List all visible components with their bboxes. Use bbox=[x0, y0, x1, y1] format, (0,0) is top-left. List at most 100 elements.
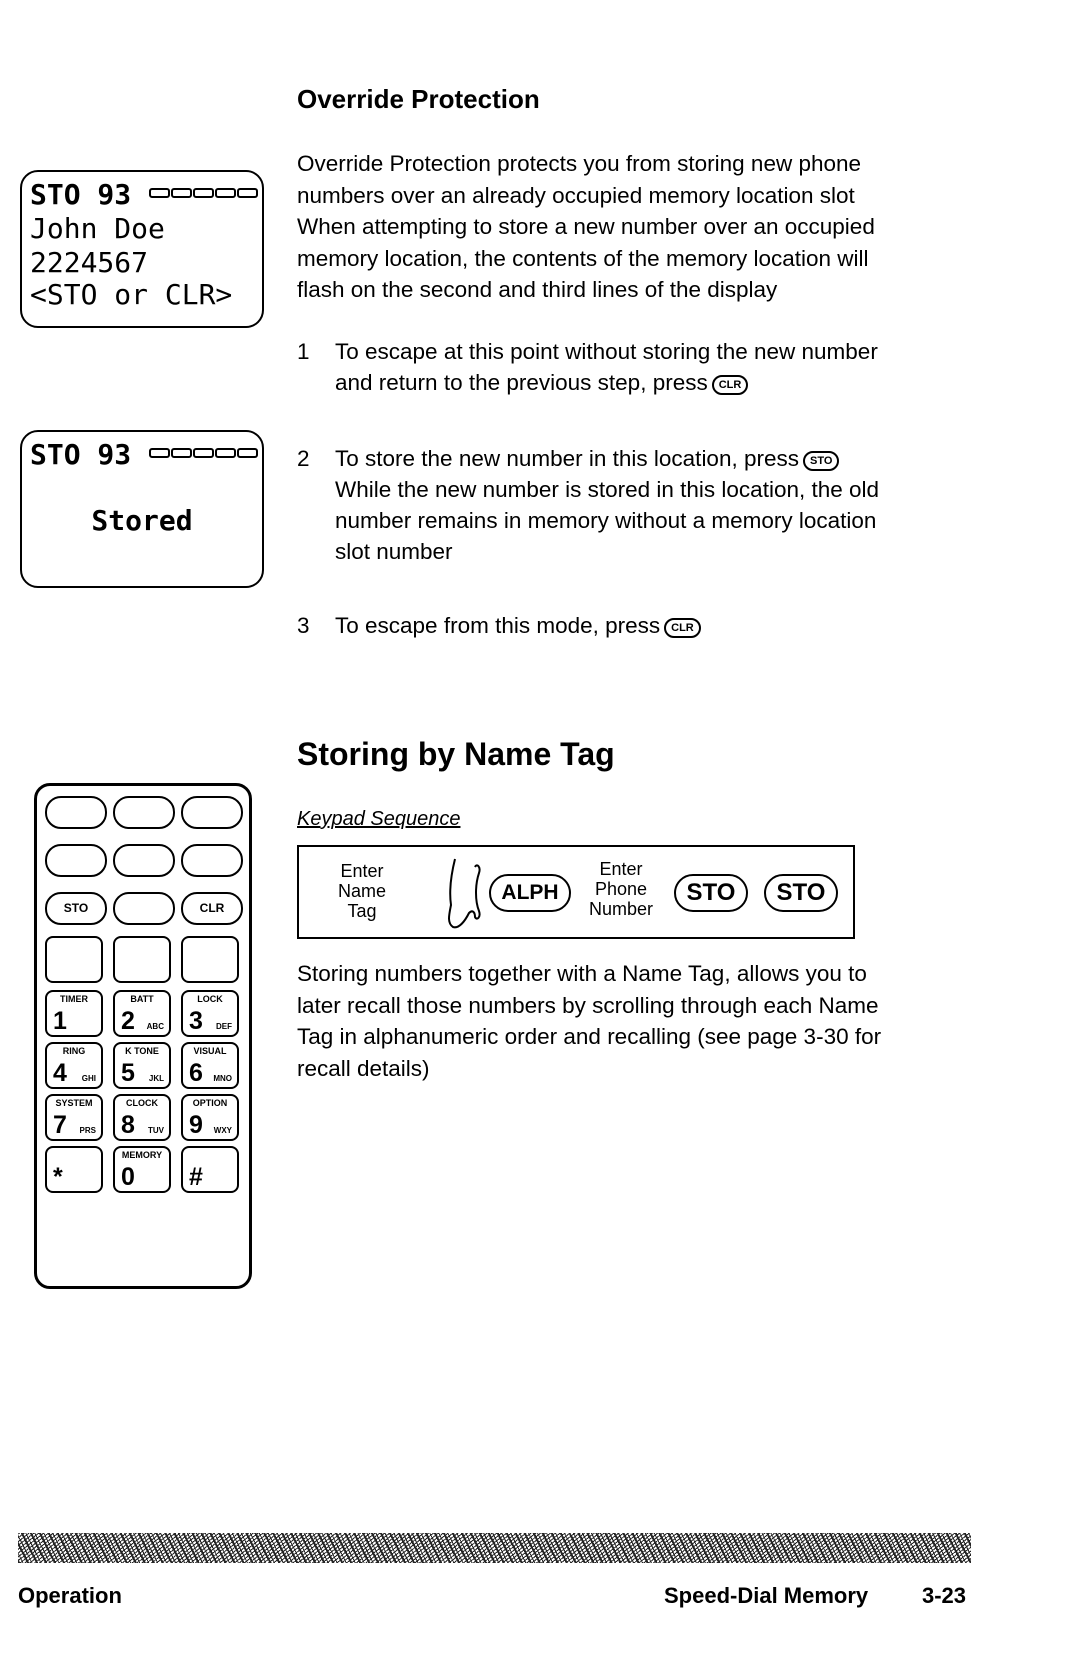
key-digit: 7 bbox=[53, 1111, 67, 1139]
key-digit: 5 bbox=[121, 1059, 135, 1087]
keypad-key: LOCK 3 DEF bbox=[181, 990, 239, 1037]
keypad-key: VISUAL 6 MNO bbox=[181, 1042, 239, 1089]
footer-section: Speed-Dial Memory bbox=[664, 1583, 869, 1608]
signal-segment-icon bbox=[237, 448, 259, 458]
lcd-stored-text: Stored bbox=[91, 504, 193, 537]
key-digit: 4 bbox=[53, 1059, 67, 1087]
signal-segment-icon bbox=[149, 448, 171, 458]
keypad-key: * bbox=[45, 1146, 103, 1193]
keypad-sequence-label: Keypad Sequence bbox=[297, 808, 461, 830]
paragraph-line: later recall those numbers by scrolling … bbox=[297, 992, 879, 1018]
key-function-label: VISUAL bbox=[193, 1046, 227, 1056]
keypad-sequence-box: Enter Name Tag ALPH Enter Phone Number S… bbox=[297, 845, 855, 939]
signal-segment-icon bbox=[193, 448, 215, 458]
key-letters: JKL bbox=[148, 1074, 164, 1083]
finger-pointing-icon bbox=[448, 858, 481, 929]
lcd-display-stored: STO 93 Stored bbox=[20, 430, 264, 588]
step-text: number remains in memory without a memor… bbox=[335, 508, 877, 533]
step-text: and return to the previous step, press bbox=[335, 370, 708, 395]
key-letters: TUV bbox=[148, 1126, 164, 1135]
key-digit: 6 bbox=[189, 1059, 203, 1087]
enter-phone-number-label: Enter Phone Number bbox=[581, 859, 661, 919]
label-line: Enter bbox=[599, 859, 643, 879]
lcd-line-4: <STO or CLR> bbox=[30, 278, 233, 311]
key-digit: 9 bbox=[189, 1111, 203, 1139]
label-line: Number bbox=[588, 899, 654, 919]
step-number: 2 bbox=[297, 446, 310, 471]
name-tag-paragraph: Storing numbers together with a Name Tag… bbox=[297, 958, 881, 1084]
step-number: 3 bbox=[297, 613, 310, 638]
signal-segment-icon bbox=[171, 448, 193, 458]
label-line: Phone bbox=[594, 879, 648, 899]
key-digit: * bbox=[53, 1163, 63, 1191]
key-function-label: TIMER bbox=[60, 994, 88, 1004]
soft-key bbox=[113, 796, 175, 829]
lcd-text: STO 93 bbox=[30, 438, 132, 471]
lcd-text: STO 93 bbox=[30, 178, 132, 211]
key-function-label: MEMORY bbox=[121, 1150, 163, 1160]
step-text: To escape from this mode, press bbox=[335, 613, 661, 638]
key-letters: ABC bbox=[146, 1022, 164, 1031]
keypad-key: OPTION 9 WXY bbox=[181, 1094, 239, 1141]
paragraph-line: numbers over an already occupied memory … bbox=[297, 182, 855, 208]
sto-key: STO bbox=[45, 892, 107, 925]
paragraph-line: memory location, the contents of the mem… bbox=[297, 245, 869, 271]
clr-key-icon: CLR bbox=[711, 375, 749, 395]
sto-key: STO bbox=[764, 874, 838, 912]
key-function-label: CLOCK bbox=[126, 1098, 158, 1108]
key-letters: MNO bbox=[213, 1074, 232, 1083]
keypad-key: RING 4 GHI bbox=[45, 1042, 103, 1089]
paragraph-line: Storing numbers together with a Name Tag… bbox=[297, 961, 867, 986]
soft-key bbox=[181, 796, 243, 829]
step-text: slot number bbox=[335, 539, 453, 564]
decorative-texture-bar bbox=[18, 1533, 971, 1563]
key-function-label: BATT bbox=[130, 994, 154, 1004]
key-digit: 1 bbox=[53, 1007, 67, 1035]
phone-keypad-illustration: STO CLR TIMER 1 BATT 2 ABC LOCK 3 DEF RING 4 GHI K … bbox=[34, 783, 252, 1289]
keypad-key: TIMER 1 bbox=[45, 990, 103, 1037]
soft-key bbox=[113, 892, 175, 925]
signal-segment-icon bbox=[193, 188, 215, 198]
lcd-line-3: 2224567 bbox=[30, 246, 149, 279]
soft-key bbox=[45, 796, 107, 829]
clr-key-icon: CLR bbox=[664, 618, 701, 638]
key-function-label: RING bbox=[62, 1046, 86, 1056]
key-digit: 2 bbox=[121, 1007, 135, 1035]
keypad-key: CLOCK 8 TUV bbox=[113, 1094, 171, 1141]
key-letters: WXY bbox=[213, 1126, 232, 1135]
footer-chapter: Operation bbox=[18, 1583, 122, 1608]
key-digit: 0 bbox=[121, 1163, 135, 1191]
step-2: 2 To store the new number in this locati… bbox=[297, 443, 997, 573]
step-3: 3 To escape from this mode, press CLR bbox=[297, 610, 997, 644]
soft-key bbox=[45, 844, 107, 877]
key-function-label: OPTION bbox=[192, 1098, 228, 1108]
key-function-label: K TONE bbox=[125, 1046, 159, 1056]
paragraph-line: When attempting to store a new number ov… bbox=[297, 214, 875, 239]
signal-segment-icon bbox=[171, 188, 193, 198]
enter-name-tag-label: Enter Name Tag bbox=[327, 861, 397, 921]
label-line: Name bbox=[337, 881, 386, 901]
key-function-label: LOCK bbox=[197, 994, 223, 1004]
blank-key bbox=[45, 936, 103, 983]
step-number: 1 bbox=[297, 339, 310, 364]
keypad-key: SYSTEM 7 PRS bbox=[45, 1094, 103, 1141]
key-digit: 8 bbox=[121, 1111, 135, 1139]
keypad-key: K TONE 5 JKL bbox=[113, 1042, 171, 1089]
paragraph-line: recall details) bbox=[297, 1055, 430, 1081]
key-letters: GHI bbox=[81, 1074, 96, 1083]
key-letters: PRS bbox=[79, 1126, 96, 1135]
signal-segment-icon bbox=[215, 188, 237, 198]
lcd-line-1: STO 93 bbox=[30, 178, 259, 211]
sto-key-icon: STO bbox=[803, 451, 840, 471]
soft-key bbox=[181, 844, 243, 877]
blank-key bbox=[113, 936, 171, 983]
step-text: To escape at this point without storing … bbox=[335, 339, 878, 364]
soft-key bbox=[113, 844, 175, 877]
keypad-key: BATT 2 ABC bbox=[113, 990, 171, 1037]
lcd-line-1: STO 93 bbox=[30, 438, 259, 471]
keypad-key: MEMORY 0 bbox=[113, 1146, 171, 1193]
section-heading-storing-by-name-tag: Storing by Name Tag bbox=[297, 736, 615, 772]
key-digit: # bbox=[189, 1163, 203, 1191]
label-line: Enter bbox=[340, 861, 384, 881]
label-line: Tag bbox=[347, 901, 377, 921]
